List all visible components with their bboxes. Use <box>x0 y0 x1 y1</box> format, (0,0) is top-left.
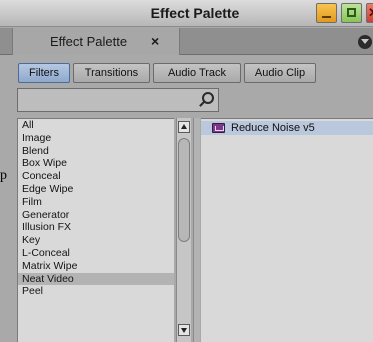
list-item[interactable]: Matrix Wipe <box>18 260 174 273</box>
effect-item-selected[interactable]: Reduce Noise v5 <box>201 121 373 135</box>
list-item-selected[interactable]: Neat Video <box>18 272 174 286</box>
maximize-button[interactable] <box>341 3 362 23</box>
scroll-down-icon[interactable] <box>178 324 190 336</box>
tab-close-icon[interactable]: × <box>151 28 159 55</box>
search-input[interactable] <box>17 88 219 112</box>
pane-divider[interactable] <box>193 118 200 342</box>
effect-label: Reduce Noise v5 <box>231 122 315 134</box>
list-item[interactable]: Blend <box>18 145 174 158</box>
list-item[interactable]: Film <box>18 196 174 209</box>
tab-effect-palette[interactable]: Effect Palette × <box>12 28 180 55</box>
maximize-icon <box>347 8 356 17</box>
outside-text-fragment: p <box>0 168 7 183</box>
list-item[interactable]: Box Wipe <box>18 157 174 170</box>
transitions-button[interactable]: Transitions <box>73 63 150 83</box>
list-item[interactable]: L-Conceal <box>18 247 174 260</box>
window-title: Effect Palette <box>150 5 240 21</box>
title-bar[interactable]: Effect Palette ✕ <box>0 0 373 27</box>
list-item[interactable]: Illusion FX <box>18 221 174 234</box>
search-icon[interactable] <box>202 92 214 104</box>
effect-icon <box>212 123 225 133</box>
list-item[interactable]: All <box>18 119 174 132</box>
audio-track-button[interactable]: Audio Track <box>153 63 241 83</box>
category-scrollbar[interactable] <box>176 118 191 342</box>
audio-clip-button[interactable]: Audio Clip <box>244 63 316 83</box>
list-item[interactable]: Peel <box>18 285 174 298</box>
list-item[interactable]: Conceal <box>18 170 174 183</box>
scroll-thumb[interactable] <box>178 138 190 242</box>
scroll-up-icon[interactable] <box>178 121 190 133</box>
tab-bar: Effect Palette × <box>0 28 373 55</box>
panel-menu-icon[interactable] <box>358 35 372 49</box>
effect-palette-window: Effect Palette ✕ Effect Palette × Filter… <box>0 0 373 342</box>
tab-label: Effect Palette <box>50 34 128 49</box>
close-window-button[interactable]: ✕ <box>366 3 373 23</box>
list-item[interactable]: Key <box>18 234 174 247</box>
minimize-button[interactable] <box>316 3 337 23</box>
effect-category-bar: Filters Transitions Audio Track Audio Cl… <box>0 56 373 86</box>
effects-list: Reduce Noise v5 <box>201 118 373 342</box>
filters-button[interactable]: Filters <box>18 63 70 83</box>
close-icon: ✕ <box>368 4 373 22</box>
category-list: All Image Blend Box Wipe Conceal Edge Wi… <box>17 118 174 342</box>
list-item[interactable]: Image <box>18 132 174 145</box>
minimize-icon <box>322 16 331 18</box>
list-item[interactable]: Generator <box>18 209 174 222</box>
list-item[interactable]: Edge Wipe <box>18 183 174 196</box>
